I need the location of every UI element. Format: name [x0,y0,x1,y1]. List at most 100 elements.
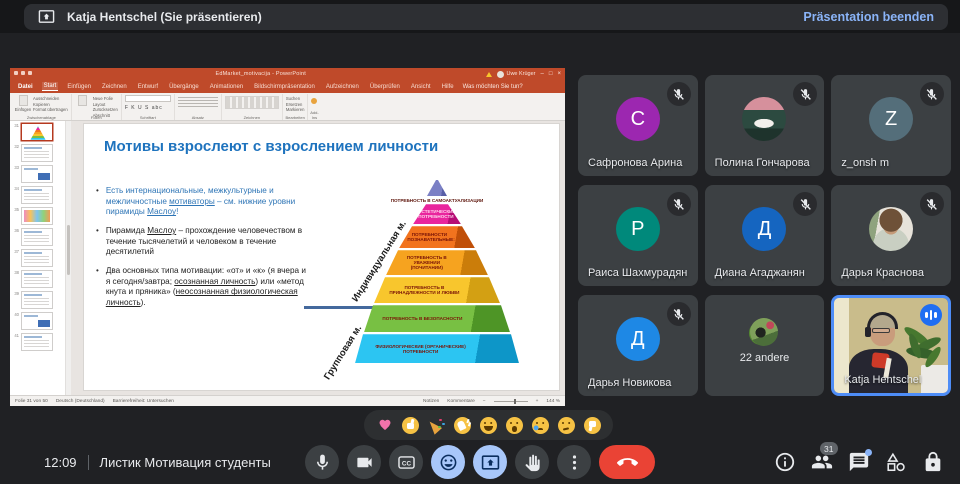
ribbon-group-addins[interactable]: Add-Ins [308,94,320,120]
activities-icon[interactable] [885,451,907,473]
ppt-tab-1[interactable]: Datei [16,83,35,91]
mic-off-icon [667,82,691,106]
participant-tile[interactable]: z_onsh m Z [831,75,951,176]
language-indicator[interactable]: Deutsch (Deutschland) [56,399,105,404]
pyramid-level-5: ПОТРЕБНОСТЬ В ПРИНАДЛЕЖНОСТИ И ЛЮБВИ [374,277,500,303]
zoom-out-button[interactable]: − [483,399,486,404]
ribbon-group-clipboard[interactable]: Einfügen Ausschneiden Kopieren Format üb… [12,94,72,120]
mic-button[interactable] [305,445,339,479]
slide-thumbnail-33[interactable]: 33 [12,165,64,183]
thumbs-up-reaction[interactable] [402,417,419,434]
host-controls-icon[interactable] [922,451,944,473]
slide-thumbnail-32[interactable]: 32 [12,144,64,162]
zoom-in-button[interactable]: + [536,399,539,404]
slide-thumbnail-38[interactable]: 38 [12,270,64,288]
crying-face-reaction[interactable] [532,417,549,434]
ppt-menu-bar: Datei Start Einfügen Zeichnen Entwurf Übergän… [10,80,565,93]
raise-hand-button[interactable] [515,445,549,479]
participant-tile[interactable]: Полина Гончарова [705,75,825,176]
slide-thumbnail-preview [21,207,53,225]
ribbon-group-slides[interactable]: Neue Folie Layout Zurücksetzen Abschnitt… [72,94,122,120]
astonished-face-reaction[interactable] [506,417,523,434]
warning-icon [486,72,492,77]
reactions-button[interactable] [431,445,465,479]
slide-thumbnail-36[interactable]: 36 [12,228,64,246]
ppt-slide-area: Мотивы взрослеют с взрослением личности … [71,121,565,395]
participants-grid: Сафронова Арина С Полина Гончарова z_ons… [578,75,951,396]
slide-thumbnail-35[interactable]: 35 [12,207,64,225]
ppt-tab-4[interactable]: Zeichnen [100,83,129,91]
captions-button[interactable] [389,445,423,479]
pyramid-level-label: ФИЗИОЛОГИЧЕСКИЕ (ОРГАНИЧЕСКИЕ) ПОТРЕБНОС… [373,344,501,354]
slide-thumbnail-preview [21,123,53,141]
participant-tile[interactable]: Диана Агаджанян Д [705,185,825,286]
ppt-tab-7[interactable]: Animationen [208,83,245,91]
slide-thumbnail-number: 36 [12,228,19,233]
present-button[interactable] [473,445,507,479]
ribbon-group-drawing[interactable]: Zeichnen [222,94,283,120]
participant-tile[interactable]: Katja Hentschel [831,295,951,396]
slide-thumbnail-preview [21,228,53,246]
info-icon[interactable] [774,451,796,473]
slide-thumbnail-37[interactable]: 37 [12,249,64,267]
participant-tile[interactable]: Раиса Шахмурадян Р [578,185,698,286]
clapping-hands-reaction[interactable] [454,417,471,434]
ppt-quick-access-toolbar[interactable] [14,71,35,77]
thumbs-down-reaction[interactable] [584,417,601,434]
ppt-tab-6[interactable]: Übergänge [167,83,201,91]
participant-tile[interactable]: Сафронова Арина С [578,75,698,176]
ppt-tab-8[interactable]: Bildschirmpräsentation [252,83,317,91]
people-icon[interactable]: 31 [811,451,833,473]
participant-name: Дарья Краснова [841,267,924,279]
slide-thumbnail-41[interactable]: 41 [12,333,64,351]
meeting-panel-icons: 31 [774,440,944,484]
end-call-button[interactable] [599,445,655,479]
slide-thumbnail-preview [21,249,53,267]
pyramid-level-3: ПОТРЕБНОСТИ ПОЗНАВАТЕЛЬНЫЕ: [399,226,475,248]
more-button[interactable] [557,445,591,479]
avatar: Д [616,317,660,361]
slide-thumbnail-31[interactable]: 31 [12,123,64,141]
bullet-marker: • [96,266,99,309]
ppt-tab-9[interactable]: Aufzeichnen [324,83,361,91]
party-popper-reaction[interactable] [428,417,445,434]
ppt-status-bar: Folie 31 von 50 Deutsch (Deutschland) Ba… [10,395,565,406]
zoom-level[interactable]: 144 % [546,399,560,404]
chat-icon[interactable] [848,451,870,473]
pyramid-level-label: ПОТРЕБНОСТЬ В УВАЖЕНИИ (ПОЧИТАНИИ) [397,255,477,270]
ribbon-group-paragraph[interactable]: Absatz [175,94,222,120]
bullet-text: Есть интернациональные, межкультурные и … [106,186,308,218]
ppt-tab-12[interactable]: Hilfe [440,83,456,91]
ppt-tab-3[interactable]: Einfügen [65,83,93,91]
slide-canvas: Мотивы взрослеют с взрослением личности … [83,123,560,391]
slide-thumbnail-34[interactable]: 34 [12,186,64,204]
thinking-face-reaction[interactable] [558,417,575,434]
ribbon-group-font[interactable]: F K U S abc Schriftart [122,94,175,120]
participant-tile[interactable]: Дарья Новикова Д [578,295,698,396]
ppt-search-hint[interactable]: Was möchten Sie tun? [463,84,523,90]
face-with-tears-of-joy-reaction[interactable] [480,417,497,434]
participant-tile[interactable]: Дарья Краснова [831,185,951,286]
pyramid-level-4: ПОТРЕБНОСТЬ В УВАЖЕНИИ (ПОЧИТАНИИ) [386,250,488,275]
ppt-thumbnail-list[interactable]: 31 32 33 34 35 36 37 38 39 40 41 [10,121,66,395]
slide-thumbnail-39[interactable]: 39 [12,291,64,309]
zoom-slider[interactable] [494,401,528,402]
ppt-tab-5[interactable]: Entwurf [136,83,160,91]
notes-button[interactable]: Notizen [423,399,439,404]
camera-button[interactable] [347,445,381,479]
mic-off-icon [793,82,817,106]
end-presentation-button[interactable]: Präsentation beenden [803,10,934,24]
sparkling-heart-reaction[interactable] [376,417,393,434]
participant-tile[interactable]: 22 andere o [705,295,825,396]
comments-button[interactable]: Kommentare [447,399,474,404]
ppt-window-buttons[interactable]: –□× [536,71,561,77]
presenter-label: Katja Hentschel (Sie präsentieren) [67,10,262,24]
accessibility-checker[interactable]: Barrierefreiheit: Untersuchen [113,399,174,404]
ribbon-group-editing[interactable]: Suchen Ersetzen Markieren Bearbeiten [283,94,309,120]
ppt-tab-10[interactable]: Überprüfen [368,83,402,91]
slide-thumbnail-preview [21,291,53,309]
ppt-tab-2[interactable]: Start [42,82,59,91]
slide-thumbnail-number: 31 [12,123,19,128]
ppt-tab-11[interactable]: Ansicht [409,83,433,91]
slide-thumbnail-40[interactable]: 40 [12,312,64,330]
